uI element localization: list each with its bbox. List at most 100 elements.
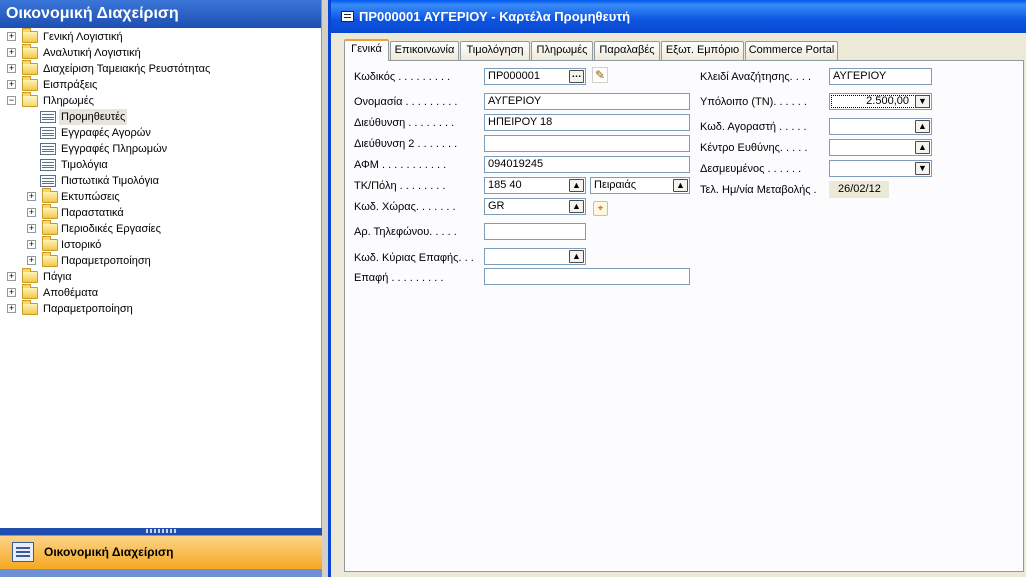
- tree-node-payables-setup[interactable]: + Παραμετροποίηση: [0, 252, 320, 269]
- tab-receiving[interactable]: Παραλαβές: [594, 41, 660, 60]
- tab-commerce-portal[interactable]: Commerce Portal: [745, 41, 838, 60]
- field-label-address-2: Διεύθυνση 2 . . . . . . .: [354, 138, 458, 150]
- up-arrow-icon[interactable]: ▲: [569, 179, 584, 192]
- up-arrow-icon[interactable]: ▲: [915, 120, 930, 133]
- contact-field[interactable]: [484, 268, 690, 285]
- tree-node-label: Αναλυτική Λογιστική: [43, 47, 141, 59]
- field-label-no: Κωδικός . . . . . . . . .: [354, 71, 451, 83]
- tab-strip: Γενικά Επικοινωνία Τιμολόγηση Πληρωμές Π…: [344, 39, 1024, 61]
- tab-foreign-trade[interactable]: Εξωτ. Εμπόριο: [661, 41, 744, 60]
- nav-module-button[interactable]: Οικονομική Διαχείριση: [0, 535, 322, 569]
- search-name-field[interactable]: ΑΥΓΕΡΙΟΥ: [829, 68, 932, 85]
- expand-icon[interactable]: +: [7, 48, 16, 57]
- tree-node-cash-management[interactable]: + Διαχείριση Ταμειακής Ρευστότητας: [0, 60, 320, 77]
- tab-communication[interactable]: Επικοινωνία: [390, 41, 459, 60]
- tab-general[interactable]: Γενικά: [344, 39, 389, 61]
- expand-icon[interactable]: +: [27, 240, 36, 249]
- tree-node-credit-memos[interactable]: Πιστωτικά Τιμολόγια: [0, 173, 320, 189]
- tree-node-label: Πάγια: [43, 271, 72, 283]
- up-arrow-icon[interactable]: ▲: [915, 141, 930, 154]
- page-icon: [40, 159, 56, 171]
- tree-node-documents[interactable]: + Παραστατικά: [0, 204, 320, 221]
- expand-icon[interactable]: +: [27, 192, 36, 201]
- field-label-primary-contact: Κωδ. Κύριας Επαφής. . .: [354, 252, 474, 264]
- tree-node-reports[interactable]: + Εκτυπώσεις: [0, 188, 320, 205]
- tree-node-label: Ιστορικό: [61, 239, 102, 251]
- window-title: ΠΡ000001 ΑΥΓΕΡΙΟΥ - Καρτέλα Προμηθευτή: [359, 9, 631, 24]
- up-arrow-icon[interactable]: ▲: [569, 250, 584, 263]
- tree-node-history[interactable]: + Ιστορικό: [0, 236, 320, 253]
- form-icon: [341, 11, 354, 22]
- folder-icon: [42, 220, 58, 235]
- nav-pane-footer: [0, 569, 322, 577]
- folder-icon: [22, 28, 38, 43]
- tree-node-label: Εγγραφές Πληρωμών: [61, 143, 168, 155]
- tree-node-inventory[interactable]: + Αποθέματα: [0, 284, 320, 301]
- address-2-field[interactable]: [484, 135, 690, 152]
- address-field[interactable]: ΗΠΕΙΡΟΥ 18: [484, 114, 690, 131]
- expand-icon[interactable]: +: [7, 288, 16, 297]
- tree-node-label: Πληρωμές: [43, 95, 94, 107]
- field-label-phone-no: Αρ. Τηλεφώνου. . . . .: [354, 226, 457, 238]
- tree-node-label: Γενική Λογιστική: [43, 31, 123, 43]
- down-arrow-icon[interactable]: ▼: [915, 95, 930, 108]
- module-icon: [12, 542, 34, 562]
- field-label-balance-lcy: Υπόλοιπο (ΤΝ). . . . . .: [700, 96, 807, 108]
- field-label-blocked: Δεσμευμένος . . . . . .: [700, 163, 802, 175]
- name-field[interactable]: ΑΥΓΕΡΙΟΥ: [484, 93, 690, 110]
- expand-icon[interactable]: +: [7, 272, 16, 281]
- phone-no-field[interactable]: [484, 223, 586, 240]
- tree-node-setup[interactable]: + Παραμετροποίηση: [0, 300, 320, 317]
- expand-icon[interactable]: +: [27, 256, 36, 265]
- tree-node-label: Εισπράξεις: [43, 79, 98, 91]
- window-title-bar[interactable]: ΠΡ000001 ΑΥΓΕΡΙΟΥ - Καρτέλα Προμηθευτή: [331, 0, 1026, 33]
- tree-node-general-ledger[interactable]: + Γενική Λογιστική: [0, 28, 320, 45]
- expand-icon[interactable]: +: [7, 304, 16, 313]
- tab-invoicing[interactable]: Τιμολόγηση: [460, 41, 530, 60]
- field-label-post-code-city: ΤΚ/Πόλη . . . . . . . .: [354, 180, 446, 192]
- tab-payments[interactable]: Πληρωμές: [531, 41, 593, 60]
- field-label-purchaser-code: Κωδ. Αγοραστή . . . . .: [700, 121, 807, 133]
- tree-node-purchase-journals[interactable]: Εγγραφές Αγορών: [0, 125, 320, 141]
- pencil-icon[interactable]: ✎: [592, 67, 608, 83]
- folder-icon: [42, 236, 58, 251]
- pane-splitter[interactable]: [0, 528, 322, 535]
- tree-node-invoices[interactable]: Τιμολόγια: [0, 157, 320, 173]
- tree-node-label: Διαχείριση Ταμειακής Ρευστότητας: [43, 63, 211, 75]
- tree-node-label: Τιμολόγια: [61, 159, 108, 171]
- expand-icon[interactable]: +: [7, 32, 16, 41]
- field-label-search-name: Κλειδί Αναζήτησης. . . .: [700, 71, 812, 83]
- map-icon[interactable]: ⌖: [593, 201, 608, 216]
- nav-pane-title: Οικονομική Διαχείριση: [0, 0, 321, 28]
- folder-icon: [22, 44, 38, 59]
- up-arrow-icon[interactable]: ▲: [673, 179, 688, 192]
- expand-icon[interactable]: +: [7, 64, 16, 73]
- tree-node-label: Παραμετροποίηση: [43, 303, 133, 315]
- tree-node-receivables[interactable]: + Εισπράξεις: [0, 76, 320, 93]
- folder-icon: [22, 300, 38, 315]
- collapse-icon[interactable]: −: [7, 96, 16, 105]
- chevron-down-icon[interactable]: ▼: [915, 162, 930, 175]
- tree-node-payment-journals[interactable]: Εγγραφές Πληρωμών: [0, 141, 320, 157]
- general-tab-panel: Κωδικός . . . . . . . . . ΠΡ000001 … ✎ Ο…: [344, 60, 1024, 572]
- tree-node-label: Παραμετροποίηση: [61, 255, 151, 267]
- tree-node-payables[interactable]: − Πληρωμές: [0, 92, 320, 109]
- tree-node-fixed-assets[interactable]: + Πάγια: [0, 268, 320, 285]
- up-arrow-icon[interactable]: ▲: [569, 200, 584, 213]
- tree-node-cost-accounting[interactable]: + Αναλυτική Λογιστική: [0, 44, 320, 61]
- assist-edit-button[interactable]: …: [569, 70, 584, 83]
- expand-icon[interactable]: +: [27, 208, 36, 217]
- navigation-pane: Οικονομική Διαχείριση + Γενική Λογιστική…: [0, 0, 322, 577]
- tree-node-periodic-activities[interactable]: + Περιοδικές Εργασίες: [0, 220, 320, 237]
- tree-node-vendors[interactable]: Προμηθευτές: [0, 109, 320, 125]
- expand-icon[interactable]: +: [7, 80, 16, 89]
- open-folder-icon: [22, 92, 38, 107]
- grip-icon: [146, 529, 176, 533]
- vat-registration-field[interactable]: 094019245: [484, 156, 690, 173]
- last-date-modified-field: 26/02/12: [829, 181, 889, 198]
- page-icon: [40, 175, 56, 187]
- expand-icon[interactable]: +: [27, 224, 36, 233]
- folder-icon: [22, 284, 38, 299]
- field-label-vat-no: ΑΦΜ . . . . . . . . . . .: [354, 159, 447, 171]
- vendor-card-window: ΠΡ000001 ΑΥΓΕΡΙΟΥ - Καρτέλα Προμηθευτή Γ…: [328, 0, 1026, 577]
